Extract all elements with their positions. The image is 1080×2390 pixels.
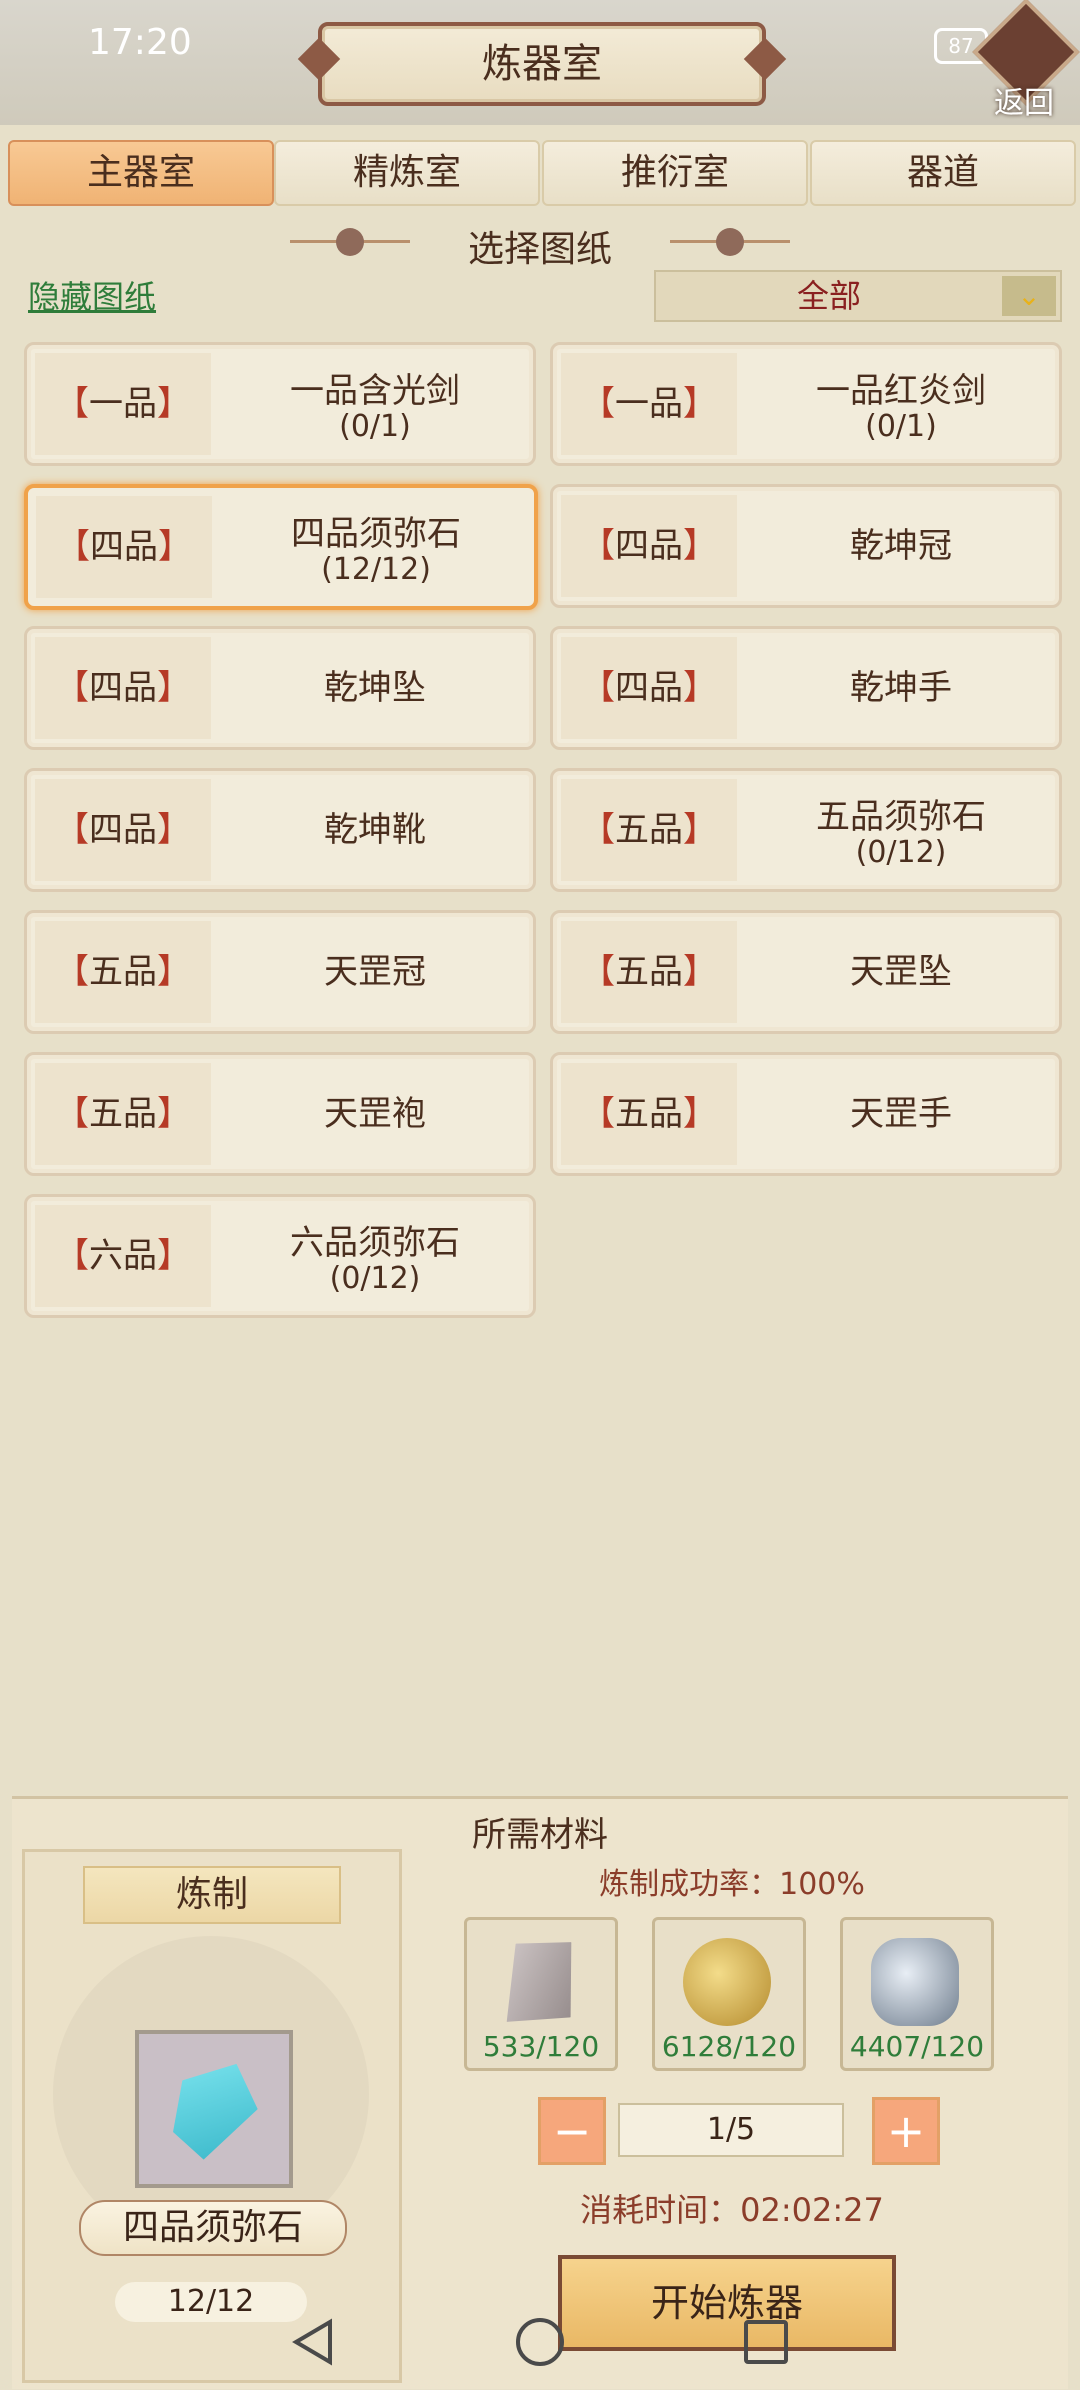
time-cost: 消耗时间：02:02:27 xyxy=(580,2191,884,2229)
blueprint-card[interactable]: 【四品】 乾坤手 xyxy=(550,626,1062,750)
blueprint-name: 乾坤手 xyxy=(850,668,952,708)
nav-recent-icon[interactable] xyxy=(744,2320,788,2364)
blueprint-card[interactable]: 【四品】 乾坤靴 xyxy=(24,768,536,892)
blueprint-name: 天罡袍 xyxy=(324,1094,426,1134)
blueprint-grade: 【四品】 xyxy=(581,668,717,708)
blueprint-card[interactable]: 【五品】 天罡冠 xyxy=(24,910,536,1034)
blueprint-grade: 【六品】 xyxy=(55,1236,191,1276)
blueprint-card[interactable]: 【四品】 四品须弥石 (12/12) xyxy=(24,484,538,610)
blueprint-name: 一品含光剑 xyxy=(290,371,460,411)
material-qty: 4407/120 xyxy=(849,2030,985,2063)
page-title: 炼器室 xyxy=(318,22,766,106)
blueprint-name: 五品须弥石 xyxy=(816,797,986,837)
increase-button[interactable]: + xyxy=(872,2097,940,2165)
material-slot[interactable]: 6128/120 xyxy=(652,1917,806,2071)
blueprint-card[interactable]: 【五品】 天罡坠 xyxy=(550,910,1062,1034)
success-rate: 炼制成功率：100% xyxy=(599,1867,865,1902)
tab-artifact-dao[interactable]: 器道 xyxy=(810,140,1076,206)
blueprint-card[interactable]: 【五品】 五品须弥石 (0/12) xyxy=(550,768,1062,892)
yin-yang-icon xyxy=(716,228,744,256)
material-qty: 6128/120 xyxy=(661,2030,797,2063)
crystal-icon xyxy=(154,2045,272,2171)
blueprint-name: 天罡冠 xyxy=(324,952,426,992)
blueprint-name: 四品须弥石 xyxy=(291,514,461,554)
blueprint-grade: 【四品】 xyxy=(55,810,191,850)
gold-ore-icon xyxy=(683,1938,771,2026)
blueprint-card[interactable]: 【一品】 一品含光剑 (0/1) xyxy=(24,342,536,466)
blueprint-card[interactable]: 【五品】 天罡手 xyxy=(550,1052,1062,1176)
blueprint-name: 一品红炎剑 xyxy=(816,371,986,411)
tab-deduce-room[interactable]: 推衍室 xyxy=(542,140,808,206)
blueprint-name: 乾坤冠 xyxy=(850,526,952,566)
quantity-stepper: 1/5 xyxy=(618,2103,844,2157)
section-title: 选择图纸 xyxy=(467,229,612,270)
blueprint-name: 天罡手 xyxy=(850,1094,952,1134)
grey-stone-icon xyxy=(483,1926,596,2039)
blueprint-count: (0/1) xyxy=(339,409,411,444)
blueprint-grade: 【五品】 xyxy=(55,952,191,992)
blueprint-count: (0/12) xyxy=(855,835,947,870)
blueprint-grade: 【四品】 xyxy=(55,668,191,708)
blueprint-grade: 【一品】 xyxy=(55,384,191,424)
blueprint-grade: 【一品】 xyxy=(581,384,717,424)
blueprint-card[interactable]: 【四品】 乾坤冠 xyxy=(550,484,1062,608)
nav-home-icon[interactable] xyxy=(516,2318,564,2366)
blueprint-grade: 【四品】 xyxy=(56,527,192,567)
tab-refine-room[interactable]: 精炼室 xyxy=(274,140,540,206)
filter-selected-value: 全部 xyxy=(796,277,861,315)
blueprint-count: (0/12) xyxy=(329,1261,421,1296)
materials-panel: 所需材料 炼制 四品须弥石 12/12 炼制成功率：100% 533/120 6… xyxy=(12,1796,1068,2389)
back-button[interactable]: 返回 xyxy=(972,0,1080,121)
double-chevron-down-icon[interactable]: ⌄ xyxy=(1002,276,1056,316)
nav-back-icon[interactable] xyxy=(290,2318,338,2366)
blueprint-grade: 【五品】 xyxy=(581,1094,717,1134)
silver-ore-icon xyxy=(871,1938,959,2026)
hide-blueprints-link[interactable]: 隐藏图纸 xyxy=(28,272,156,318)
start-crafting-button[interactable]: 开始炼器 xyxy=(558,2255,896,2351)
blueprint-grade: 【五品】 xyxy=(581,810,717,850)
material-slot[interactable]: 4407/120 xyxy=(840,1917,994,2071)
material-slot[interactable]: 533/120 xyxy=(464,1917,618,2071)
blueprint-name: 天罡坠 xyxy=(850,952,952,992)
blueprint-count: (12/12) xyxy=(321,552,431,587)
blueprint-count: (0/1) xyxy=(865,409,937,444)
blueprint-card[interactable]: 【六品】 六品须弥石 (0/12) xyxy=(24,1194,536,1318)
grade-filter-select[interactable]: 全部 ⌄ xyxy=(654,270,1062,322)
decrease-button[interactable]: − xyxy=(538,2097,606,2165)
item-count: 12/12 xyxy=(115,2282,307,2322)
craft-label: 炼制 xyxy=(83,1866,341,1924)
item-slot[interactable] xyxy=(135,2030,293,2188)
craft-preview: 炼制 四品须弥石 12/12 xyxy=(22,1849,402,2383)
blueprint-name: 乾坤靴 xyxy=(324,810,426,850)
tab-main-room[interactable]: 主器室 xyxy=(8,140,274,206)
blueprint-name: 乾坤坠 xyxy=(324,668,426,708)
blueprint-grade: 【四品】 xyxy=(581,526,717,566)
blueprint-grade: 【五品】 xyxy=(55,1094,191,1134)
blueprint-card[interactable]: 【四品】 乾坤坠 xyxy=(24,626,536,750)
status-time: 17:20 xyxy=(88,22,192,63)
item-name: 四品须弥石 xyxy=(79,2200,347,2256)
back-label: 返回 xyxy=(994,86,1054,121)
blueprint-card[interactable]: 【一品】 一品红炎剑 (0/1) xyxy=(550,342,1062,466)
material-qty: 533/120 xyxy=(482,2030,600,2063)
blueprint-grade: 【五品】 xyxy=(581,952,717,992)
blueprint-card[interactable]: 【五品】 天罡袍 xyxy=(24,1052,536,1176)
blueprint-name: 六品须弥石 xyxy=(290,1223,460,1263)
